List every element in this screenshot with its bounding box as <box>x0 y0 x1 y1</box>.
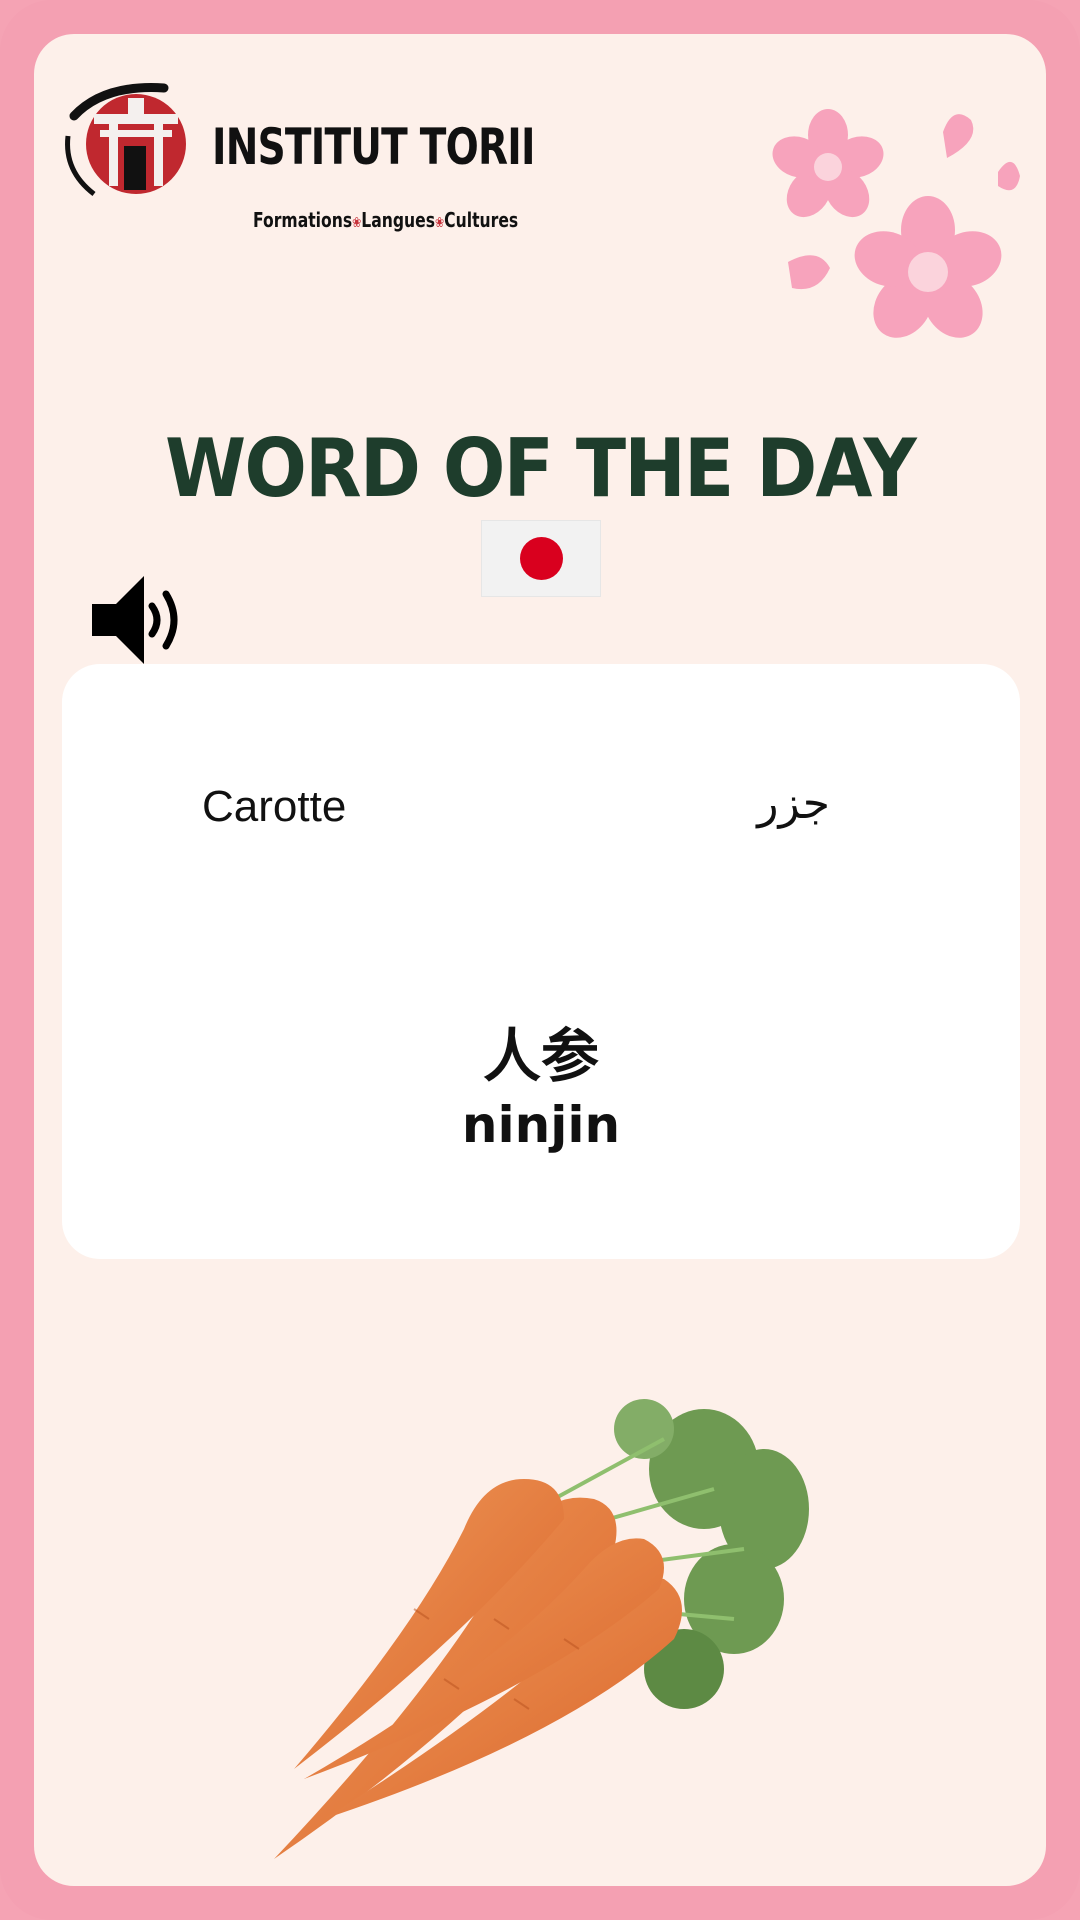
torii-logo-icon <box>65 83 186 196</box>
speaker-icon[interactable] <box>86 564 201 676</box>
institut-torii-logo: INSTITUT TORII Formations❀Langues❀Cultur… <box>54 76 535 232</box>
word-card: Carotte جزر 人参 ninjin <box>62 664 1020 1259</box>
word-japanese: 人参 <box>482 1022 599 1090</box>
japan-flag-icon <box>481 520 601 597</box>
word-french: Carotte <box>202 782 347 831</box>
brand-name: INSTITUT TORII <box>212 118 535 176</box>
card-background: INSTITUT TORII Formations❀Langues❀Cultur… <box>34 34 1046 1886</box>
carrots-illustration <box>274 1399 809 1859</box>
word-romaji: ninjin <box>461 1096 621 1154</box>
word-arabic: جزر <box>757 778 830 829</box>
tagline-cultures: Cultures <box>444 208 519 232</box>
cherry-blossom-icon <box>772 109 1020 338</box>
flag-red-disc <box>520 537 563 580</box>
tagline-formations: Formations <box>253 208 353 232</box>
tagline-langues: Langues <box>361 208 436 232</box>
page-title: WORD OF THE DAY <box>164 422 917 515</box>
flower-separator-icon: ❀ <box>352 215 362 231</box>
brand-tagline: Formations❀Langues❀Cultures <box>253 208 518 232</box>
card-frame: INSTITUT TORII Formations❀Langues❀Cultur… <box>0 0 1080 1920</box>
flower-separator-icon: ❀ <box>435 215 445 231</box>
